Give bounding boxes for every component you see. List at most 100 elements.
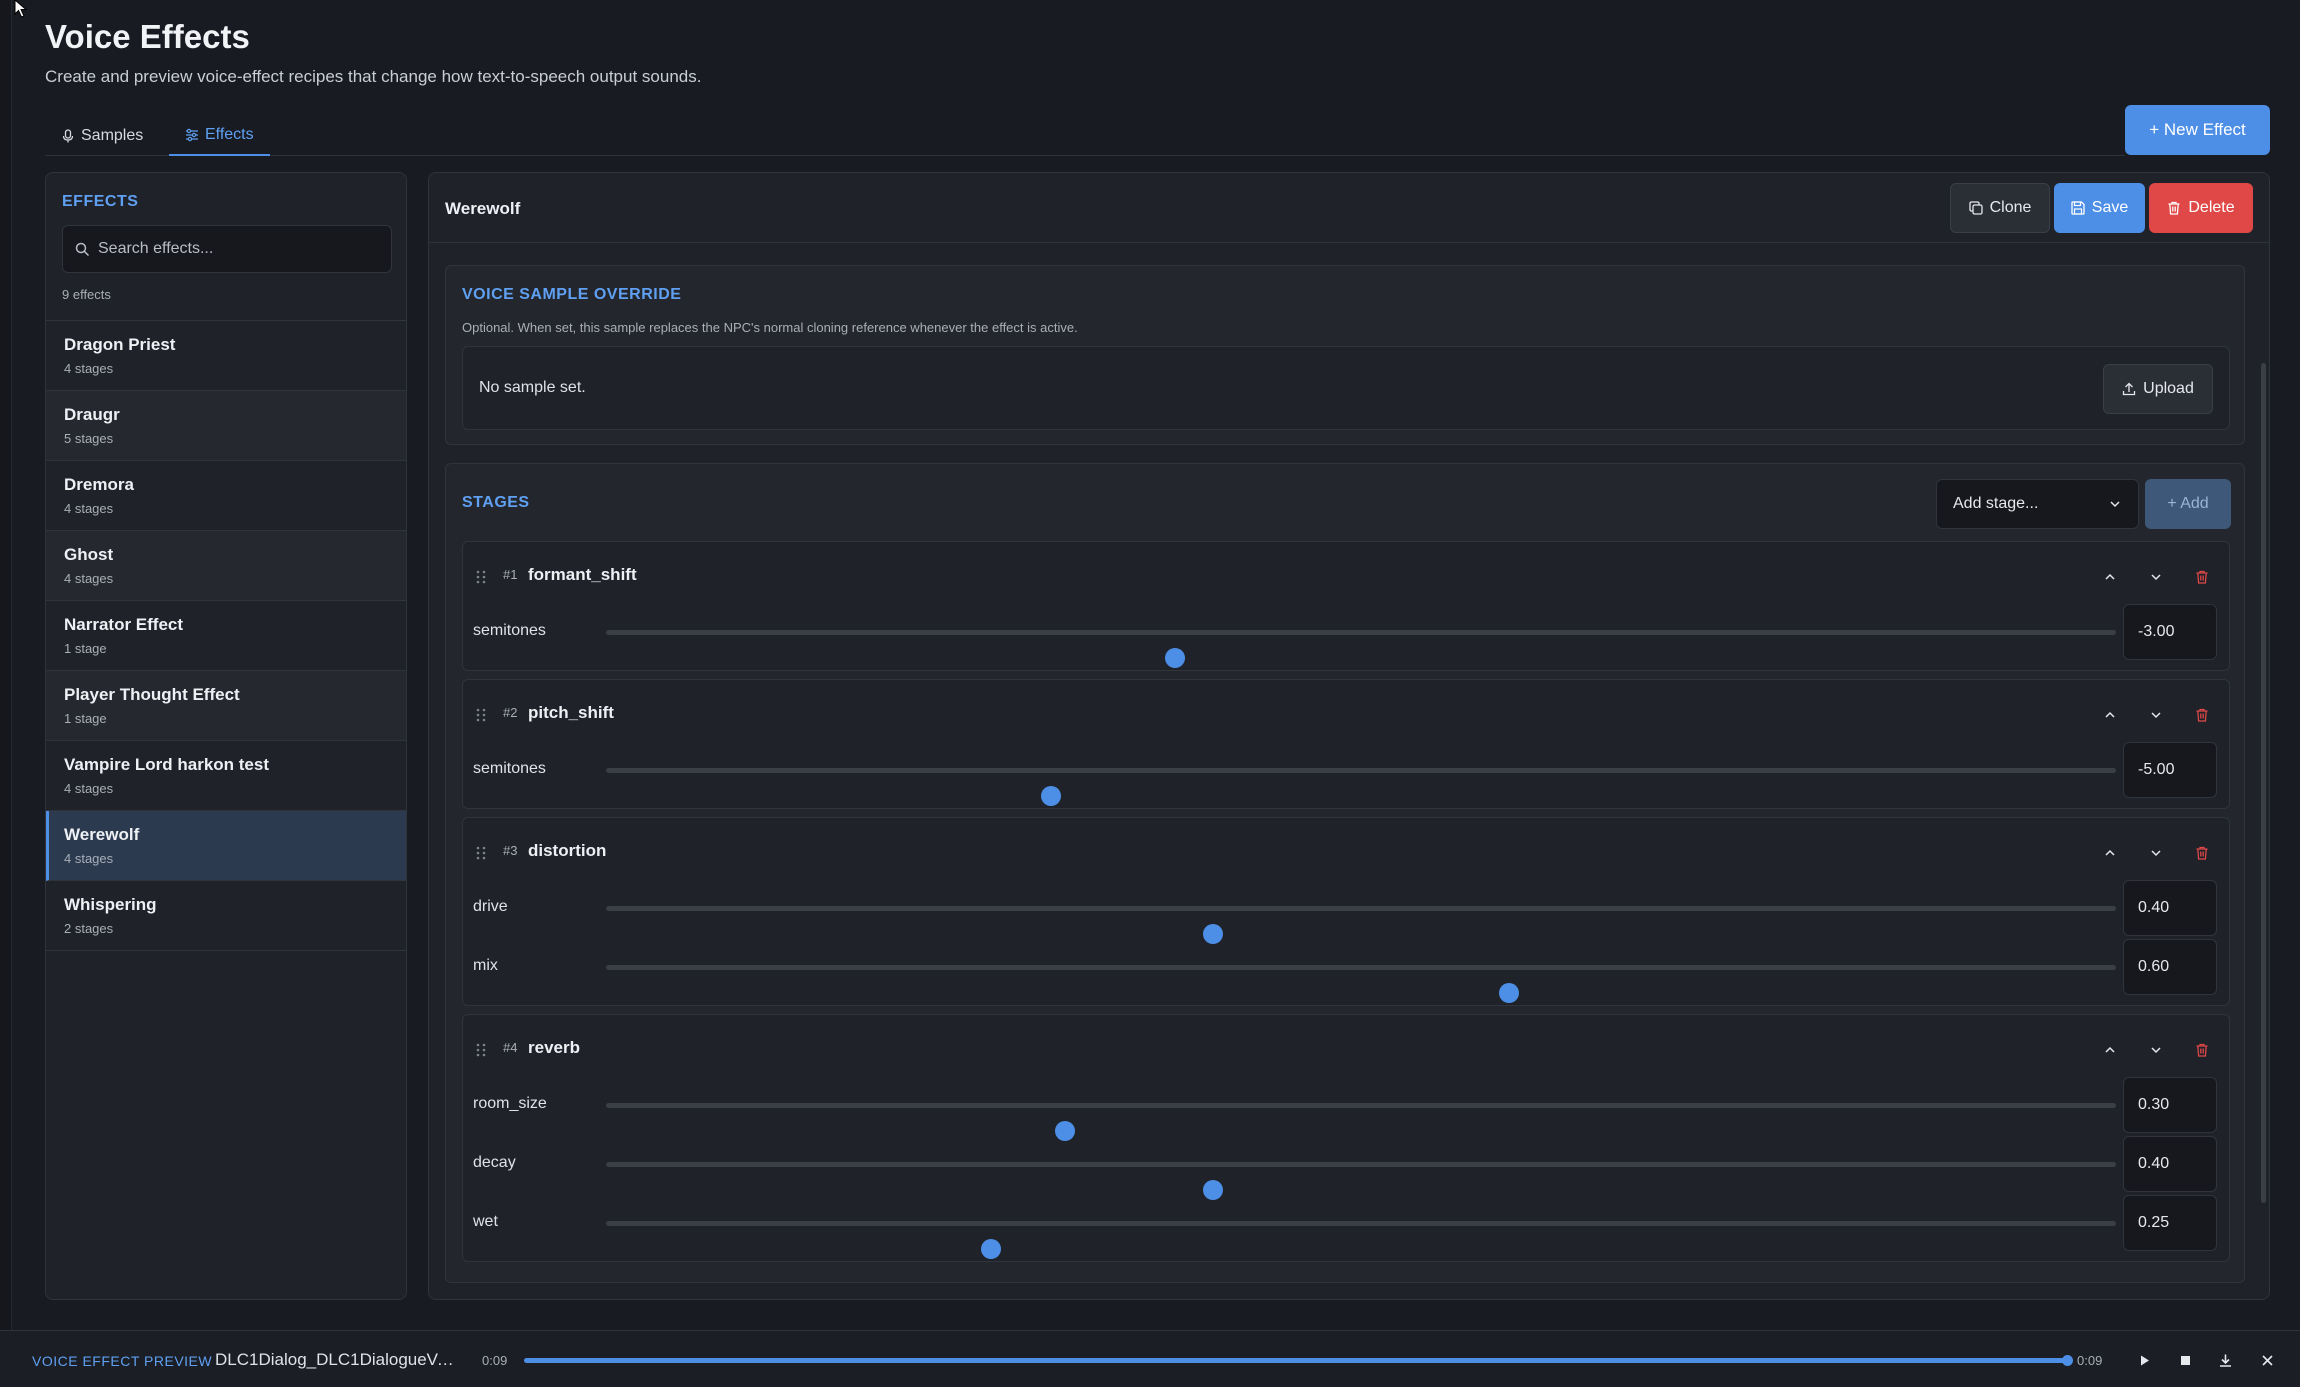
move-down-button[interactable] — [2146, 843, 2166, 863]
move-down-button[interactable] — [2146, 705, 2166, 725]
effect-name: Draugr — [64, 405, 120, 424]
effect-item-ghost[interactable]: Ghost 4 stages — [46, 531, 406, 601]
stage-number: #1 — [503, 567, 518, 582]
stage-name: reverb — [528, 1038, 580, 1057]
move-up-button[interactable] — [2100, 567, 2120, 587]
slider-thumb[interactable] — [1165, 648, 1186, 668]
effect-item-werewolf[interactable]: Werewolf 4 stages — [46, 811, 406, 881]
microphone-icon — [62, 129, 74, 143]
stage-card-pitch-shift: #2 pitch_shift semitones — [462, 679, 2230, 809]
move-up-button[interactable] — [2100, 1040, 2120, 1060]
sample-box: No sample set. Upload — [462, 346, 2230, 430]
search-input[interactable] — [98, 240, 379, 258]
remove-stage-button[interactable] — [2192, 567, 2212, 587]
chevron-down-icon — [2110, 501, 2120, 508]
stop-button[interactable] — [2175, 1350, 2195, 1370]
move-down-button[interactable] — [2146, 1040, 2166, 1060]
chevron-down-icon — [2151, 574, 2161, 581]
effect-item-whispering[interactable]: Whispering 2 stages — [46, 881, 406, 951]
effect-item-dragon-priest[interactable]: Dragon Priest 4 stages — [46, 321, 406, 391]
voice-sample-override-section: VOICE SAMPLE OVERRIDE Optional. When set… — [445, 265, 2245, 445]
param-row-wet: wet — [463, 1195, 2229, 1259]
effect-stage-count: 4 stages — [64, 781, 114, 796]
param-slider[interactable] — [606, 1103, 2116, 1141]
download-button[interactable] — [2215, 1350, 2235, 1370]
effect-name: Dremora — [64, 475, 134, 494]
remove-stage-button[interactable] — [2192, 705, 2212, 725]
player-progress-thumb[interactable] — [2062, 1355, 2073, 1366]
stage-card-distortion: #3 distortion drive mix — [462, 817, 2230, 1006]
param-value-input[interactable] — [2123, 1195, 2217, 1251]
play-button[interactable] — [2134, 1350, 2154, 1370]
player-label: VOICE EFFECT PREVIEW — [32, 1353, 213, 1369]
trash-icon — [2196, 708, 2208, 722]
remove-stage-button[interactable] — [2192, 843, 2212, 863]
search-box — [62, 225, 392, 273]
clone-button[interactable]: Clone — [1950, 183, 2050, 233]
stage-name: formant_shift — [528, 565, 637, 584]
effect-item-vampire-lord-harkon-test[interactable]: Vampire Lord harkon test 4 stages — [46, 741, 406, 811]
tab-effects-label: Effects — [205, 126, 254, 143]
move-up-button[interactable] — [2100, 705, 2120, 725]
effect-stage-count: 4 stages — [64, 501, 114, 516]
param-value-input[interactable] — [2123, 604, 2217, 660]
close-icon — [2261, 1354, 2273, 1366]
player-progress-bar[interactable] — [524, 1355, 2073, 1366]
new-effect-button[interactable]: + New Effect — [2125, 105, 2270, 155]
download-icon — [2219, 1354, 2231, 1367]
effect-editor: Werewolf Clone Save Delete VOICE SAMPLE … — [428, 172, 2270, 1300]
param-slider[interactable] — [606, 1221, 2116, 1259]
upload-button[interactable]: Upload — [2103, 364, 2213, 414]
drag-handle-icon[interactable] — [475, 1042, 487, 1058]
param-value-input[interactable] — [2123, 1136, 2217, 1192]
trash-icon — [2196, 1043, 2208, 1057]
save-button[interactable]: Save — [2054, 183, 2145, 233]
effect-item-draugr[interactable]: Draugr 5 stages — [46, 391, 406, 461]
add-stage-button[interactable]: + Add — [2145, 479, 2231, 529]
param-slider[interactable] — [606, 906, 2116, 944]
stage-number: #3 — [503, 843, 518, 858]
effect-name: Ghost — [64, 545, 114, 564]
drag-handle-icon[interactable] — [475, 569, 487, 585]
upload-label: Upload — [2143, 380, 2194, 397]
slider-thumb[interactable] — [1041, 786, 1062, 806]
save-label: Save — [2091, 199, 2129, 216]
delete-label: Delete — [2188, 199, 2235, 216]
param-value-input[interactable] — [2123, 742, 2217, 798]
tab-samples[interactable]: Samples — [45, 116, 159, 156]
move-down-button[interactable] — [2146, 567, 2166, 587]
effect-name: Player Thought Effect — [64, 685, 240, 704]
param-slider[interactable] — [606, 768, 2116, 806]
param-slider[interactable] — [606, 965, 2116, 1003]
slider-thumb[interactable] — [1498, 983, 1519, 1003]
remove-stage-button[interactable] — [2192, 1040, 2212, 1060]
param-row-room-size: room_size — [463, 1077, 2229, 1141]
param-value-input[interactable] — [2123, 880, 2217, 936]
drag-handle-icon[interactable] — [475, 707, 487, 723]
slider-thumb[interactable] — [981, 1239, 1002, 1259]
param-slider[interactable] — [606, 1162, 2116, 1200]
player-current-time: 0:09 — [482, 1353, 508, 1368]
tab-bar: Samples Effects — [45, 116, 2125, 156]
param-value-input[interactable] — [2123, 1077, 2217, 1133]
effects-count: 9 effects — [62, 287, 111, 302]
param-slider[interactable] — [606, 630, 2116, 668]
upload-icon — [2122, 382, 2136, 396]
param-row-semitones: semitones — [463, 742, 2229, 806]
tab-effects[interactable]: Effects — [169, 116, 270, 156]
play-icon — [2140, 1355, 2149, 1365]
param-value-input[interactable] — [2123, 939, 2217, 995]
stage-name: distortion — [528, 841, 607, 860]
drag-handle-icon[interactable] — [475, 845, 487, 861]
add-stage-select[interactable]: Add stage... — [1936, 479, 2139, 529]
stage-number: #4 — [503, 1040, 518, 1055]
effect-item-dremora[interactable]: Dremora 4 stages — [46, 461, 406, 531]
move-up-button[interactable] — [2100, 843, 2120, 863]
close-player-button[interactable] — [2257, 1350, 2277, 1370]
effect-item-narrator-effect[interactable]: Narrator Effect 1 stage — [46, 601, 406, 671]
effect-item-player-thought-effect[interactable]: Player Thought Effect 1 stage — [46, 671, 406, 741]
chevron-down-icon — [2151, 712, 2161, 719]
copy-icon — [1968, 201, 1983, 215]
delete-button[interactable]: Delete — [2149, 183, 2253, 233]
editor-scrollbar[interactable] — [2261, 363, 2266, 1203]
